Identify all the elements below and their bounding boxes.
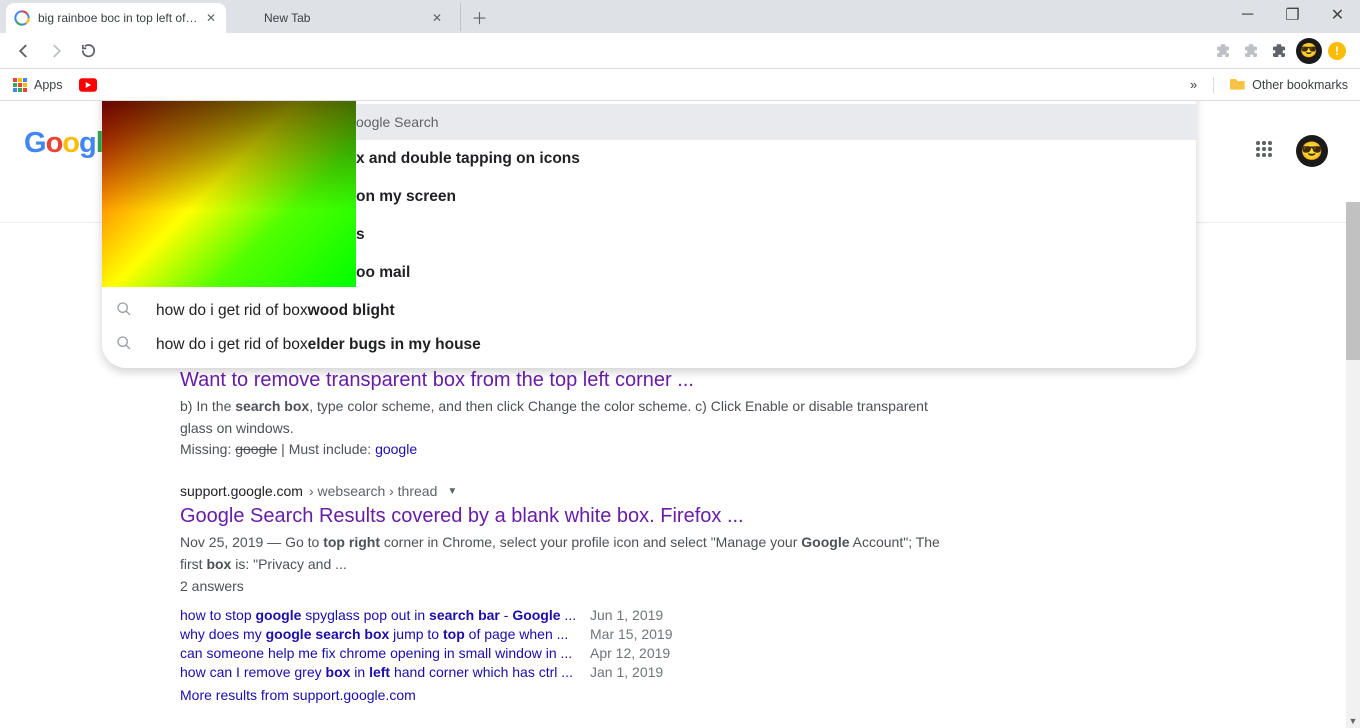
profile-avatar[interactable]: 😎 <box>1296 38 1322 64</box>
close-icon[interactable]: ✕ <box>430 11 444 25</box>
search-suggestion[interactable]: how do i get rid of boxwood blight <box>102 292 1196 330</box>
account-avatar[interactable]: 😎 <box>1296 135 1328 167</box>
chevron-down-icon[interactable]: ▼ <box>447 486 457 497</box>
search-results: Want to remove transparent box from the … <box>180 369 940 728</box>
back-button[interactable] <box>10 37 38 65</box>
sub-result-row: how can I remove grey box in left hand c… <box>180 664 940 680</box>
bookmarks-bar: Apps » Other bookmarks <box>0 69 1360 101</box>
close-icon[interactable]: ✕ <box>204 11 218 25</box>
extension-icon[interactable] <box>1268 40 1290 62</box>
tab-strip: big rainboe boc in top left of goo ✕ New… <box>0 0 1360 33</box>
sub-result-row: how to stop google spyglass pop out in s… <box>180 607 940 623</box>
other-bookmarks-button[interactable]: Other bookmarks <box>1230 76 1348 93</box>
scroll-down-arrow[interactable]: ▼ <box>1346 714 1360 728</box>
new-tab-button[interactable]: ＋ <box>460 3 488 31</box>
magnify-icon <box>116 335 134 356</box>
close-window-button[interactable]: ✕ <box>1315 0 1360 30</box>
sub-result-date: Jun 1, 2019 <box>590 607 663 623</box>
browser-tab-active[interactable]: big rainboe boc in top left of goo ✕ <box>6 3 226 33</box>
page-content: Google 😎 oogle Search x and double tappi… <box>0 101 1360 728</box>
result-breadcrumb[interactable]: support.google.com › websearch › thread▼ <box>180 483 940 499</box>
extension-icon[interactable] <box>1240 40 1262 62</box>
sub-result-row: why does my google search box jump to to… <box>180 626 940 642</box>
sub-result-link[interactable]: why does my google search box jump to to… <box>180 626 590 642</box>
result-meta: Missing: google | Must include: google <box>180 441 940 457</box>
separator <box>1213 77 1214 93</box>
result-answers: 2 answers <box>180 578 940 594</box>
sub-result-row: can someone help me fix chrome opening i… <box>180 645 940 661</box>
sub-result-date: Apr 12, 2019 <box>590 645 670 661</box>
sub-result-date: Mar 15, 2019 <box>590 626 673 642</box>
result-snippet: b) In the search box, type color scheme,… <box>180 396 940 439</box>
scrollbar-vertical[interactable]: ▼ <box>1346 202 1360 728</box>
tab-title: New Tab <box>264 11 424 25</box>
apps-button[interactable]: Apps <box>12 77 63 93</box>
result-title-link[interactable]: Google Search Results covered by a blank… <box>180 505 940 528</box>
sub-result-date: Jan 1, 2019 <box>590 664 663 680</box>
minimize-button[interactable]: ─ <box>1225 0 1270 30</box>
sub-result-link[interactable]: how can I remove grey box in left hand c… <box>180 664 590 680</box>
sub-result-link[interactable]: can someone help me fix chrome opening i… <box>180 645 590 661</box>
result-snippet: Nov 25, 2019 — Go to top right corner in… <box>180 532 940 575</box>
window-controls: ─ ❐ ✕ <box>1225 0 1360 30</box>
favicon-blank <box>240 10 256 26</box>
folder-icon <box>1230 76 1246 93</box>
forward-button[interactable] <box>42 37 70 65</box>
result-title-link[interactable]: Want to remove transparent box from the … <box>180 369 940 392</box>
maximize-button[interactable]: ❐ <box>1270 0 1315 30</box>
search-result: Want to remove transparent box from the … <box>180 369 940 457</box>
sub-result-link[interactable]: how to stop google spyglass pop out in s… <box>180 607 590 623</box>
apps-grid-icon <box>12 77 28 93</box>
tab-title: big rainboe boc in top left of goo <box>38 11 198 25</box>
magnify-icon <box>116 301 134 322</box>
rainbow-box-artifact <box>102 101 356 287</box>
extension-icon[interactable] <box>1212 40 1234 62</box>
bookmark-overflow-button[interactable]: » <box>1190 78 1197 92</box>
apps-label: Apps <box>34 78 63 92</box>
alert-icon[interactable]: ! <box>1328 42 1346 60</box>
more-results-link[interactable]: More results from support.google.com <box>180 687 416 703</box>
must-include-link[interactable]: google <box>375 441 417 457</box>
browser-tab-inactive[interactable]: New Tab ✕ <box>232 3 452 33</box>
bookmark-youtube[interactable] <box>79 78 97 92</box>
reload-button[interactable] <box>74 37 102 65</box>
google-apps-button[interactable] <box>1256 141 1276 161</box>
search-result: support.google.com › websearch › thread▼… <box>180 483 940 702</box>
other-bookmarks-label: Other bookmarks <box>1252 78 1348 92</box>
address-bar: 😎 ! <box>0 33 1360 69</box>
search-suggestion[interactable]: how do i get rid of boxelder bugs in my … <box>102 330 1196 368</box>
scrollbar-thumb[interactable] <box>1346 202 1360 360</box>
favicon-google <box>14 10 30 26</box>
